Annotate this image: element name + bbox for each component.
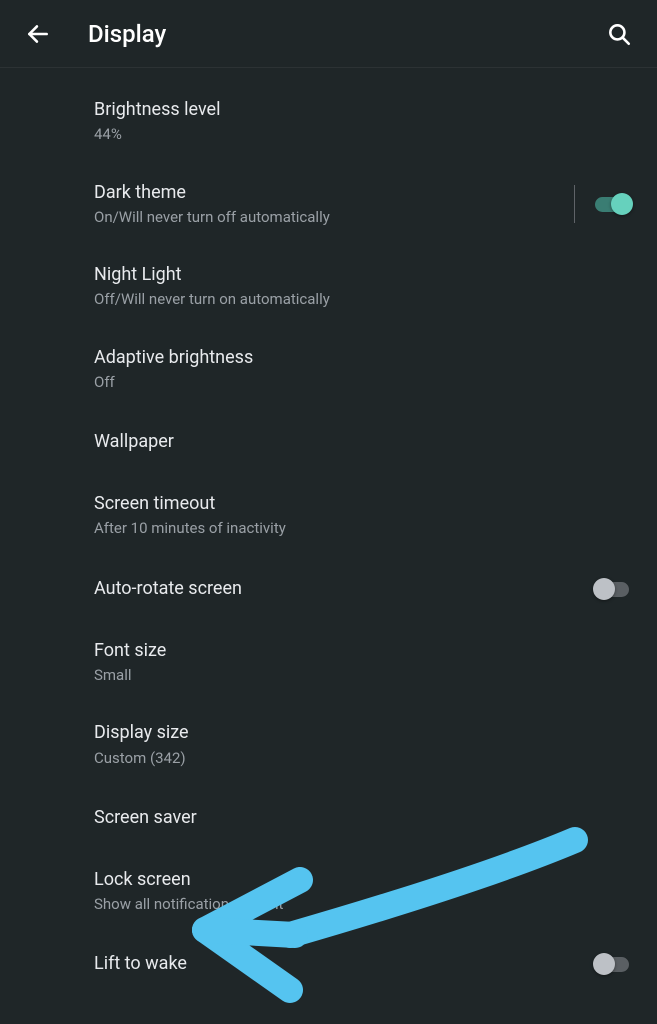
text-block: Screen timeout After 10 minutes of inact… (94, 492, 633, 539)
text-block: Lock screen Show all notification conten… (94, 868, 633, 915)
item-subtitle: Custom (342) (94, 748, 621, 768)
text-block: Night Light Off/Will never turn on autom… (94, 263, 633, 310)
item-title: Auto-rotate screen (94, 577, 581, 601)
text-block: Adaptive brightness Off (94, 346, 633, 393)
item-font-size[interactable]: Font size Small (0, 621, 657, 704)
text-block: Font size Small (94, 639, 633, 686)
item-title: Display size (94, 721, 621, 745)
switch-thumb (611, 193, 633, 215)
text-block: Display size Custom (342) (94, 721, 633, 768)
text-block: Wallpaper (94, 430, 633, 454)
back-arrow-icon (25, 21, 51, 47)
item-adaptive-brightness[interactable]: Adaptive brightness Off (0, 328, 657, 411)
text-block: Brightness level 44% (94, 98, 633, 145)
text-block: Dark theme On/Will never turn off automa… (94, 181, 574, 228)
vertical-divider (574, 185, 575, 223)
settings-list: Brightness level 44% Dark theme On/Will … (0, 68, 657, 996)
text-block: Auto-rotate screen (94, 577, 593, 601)
search-icon (606, 21, 632, 47)
item-subtitle: Show all notification content (94, 894, 621, 914)
text-block: Lift to wake (94, 952, 593, 976)
item-lock-screen[interactable]: Lock screen Show all notification conten… (0, 850, 657, 933)
item-title: Night Light (94, 263, 621, 287)
item-title: Adaptive brightness (94, 346, 621, 370)
search-button[interactable] (599, 14, 639, 54)
lift-to-wake-switch[interactable] (593, 952, 633, 976)
item-auto-rotate[interactable]: Auto-rotate screen (0, 557, 657, 621)
item-subtitle: 44% (94, 124, 621, 144)
item-title: Lift to wake (94, 952, 581, 976)
item-screen-saver[interactable]: Screen saver (0, 786, 657, 850)
auto-rotate-switch[interactable] (593, 577, 633, 601)
item-title: Screen saver (94, 806, 621, 830)
item-night-light[interactable]: Night Light Off/Will never turn on autom… (0, 245, 657, 328)
item-title: Wallpaper (94, 430, 621, 454)
switch-thumb (593, 953, 615, 975)
item-display-size[interactable]: Display size Custom (342) (0, 703, 657, 786)
item-subtitle: Off (94, 372, 621, 392)
dark-theme-switch[interactable] (593, 192, 633, 216)
item-dark-theme[interactable]: Dark theme On/Will never turn off automa… (0, 163, 657, 246)
switch-thumb (593, 578, 615, 600)
item-title: Screen timeout (94, 492, 621, 516)
item-wallpaper[interactable]: Wallpaper (0, 410, 657, 474)
item-brightness-level[interactable]: Brightness level 44% (0, 80, 657, 163)
back-button[interactable] (18, 14, 58, 54)
item-subtitle: Off/Will never turn on automatically (94, 289, 621, 309)
item-title: Dark theme (94, 181, 562, 205)
item-title: Brightness level (94, 98, 621, 122)
item-title: Font size (94, 639, 621, 663)
app-header: Display (0, 0, 657, 68)
item-lift-to-wake[interactable]: Lift to wake (0, 932, 657, 996)
page-title: Display (88, 20, 599, 48)
item-screen-timeout[interactable]: Screen timeout After 10 minutes of inact… (0, 474, 657, 557)
item-title: Lock screen (94, 868, 621, 892)
item-subtitle: On/Will never turn off automatically (94, 207, 562, 227)
item-subtitle: After 10 minutes of inactivity (94, 518, 621, 538)
text-block: Screen saver (94, 806, 633, 830)
item-subtitle: Small (94, 665, 621, 685)
